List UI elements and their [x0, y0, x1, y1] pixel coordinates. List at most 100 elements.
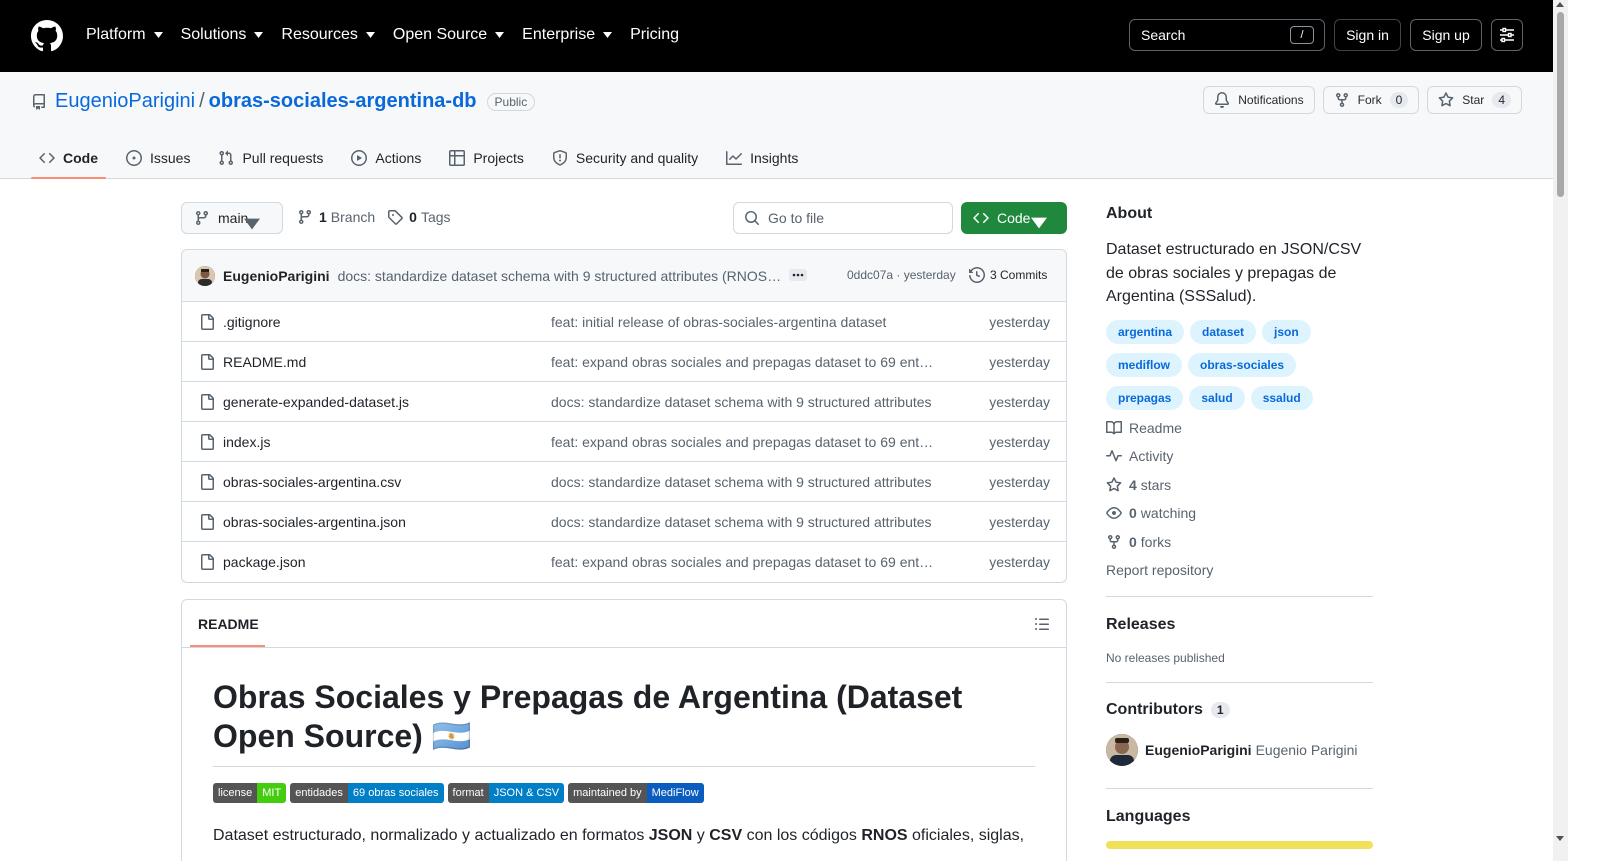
scroll-up-arrow[interactable]: [1556, 2, 1564, 7]
releases-title[interactable]: Releases: [1106, 616, 1175, 634]
readme-badge[interactable]: maintained by MediFlow: [568, 783, 704, 803]
file-name-link[interactable]: .gitignore: [223, 314, 281, 330]
repo-owner-link[interactable]: EugenioParigini: [55, 90, 195, 113]
badge-value: MIT: [257, 783, 287, 803]
pulse-icon: [1106, 450, 1122, 462]
topic-tag[interactable]: argentina: [1106, 320, 1185, 344]
commit-message-link[interactable]: docs: standardize dataset schema with 9 …: [338, 268, 783, 284]
table-row[interactable]: README.md feat: expand obras sociales and…: [182, 342, 1066, 382]
file-commit-link[interactable]: docs: standardize dataset schema with 9 …: [551, 514, 936, 530]
sidebar-divider: [1106, 788, 1373, 789]
file-list: .gitignore feat: initial release of obras…: [182, 302, 1066, 582]
topic-tag[interactable]: salud: [1189, 386, 1245, 410]
readme-badge[interactable]: format JSON & CSV: [447, 783, 565, 803]
branches-link[interactable]: 1 Branch: [319, 209, 375, 225]
table-row[interactable]: obras-sociales-argentina.csv docs: standa…: [182, 462, 1066, 502]
star-button[interactable]: Star 4: [1427, 86, 1522, 114]
nav-pricing[interactable]: Pricing: [630, 22, 679, 48]
readme-badge[interactable]: entidades 69 obras sociales: [290, 783, 444, 803]
language-bar: [1106, 841, 1373, 849]
tab-projects[interactable]: Projects: [441, 138, 532, 178]
file-commit-link[interactable]: docs: standardize dataset schema with 9 …: [551, 474, 936, 490]
file-name-link[interactable]: package.json: [223, 554, 306, 570]
branch-selector[interactable]: main: [181, 202, 283, 234]
page-scrollbar[interactable]: [1553, 0, 1568, 861]
nav-enterprise[interactable]: Enterprise: [522, 22, 613, 48]
topic-tag[interactable]: json: [1262, 320, 1311, 344]
nav-resources[interactable]: Resources: [281, 22, 375, 48]
sign-in-button[interactable]: Sign in: [1334, 19, 1401, 51]
file-commit-link[interactable]: feat: initial release of obras-sociales-…: [551, 314, 936, 330]
nav-solutions[interactable]: Solutions: [181, 22, 264, 48]
fork-button[interactable]: Fork 0: [1322, 86, 1420, 114]
file-commit-link[interactable]: feat: expand obras sociales and prepagas…: [551, 354, 936, 370]
readme-header: README: [182, 600, 1066, 648]
contributors-title[interactable]: Contributors 1: [1106, 701, 1230, 719]
readme-badge[interactable]: license MIT: [213, 783, 287, 803]
play-circle-icon: [351, 150, 368, 166]
file-table: EugenioParigini docs: standardize datase…: [181, 249, 1067, 583]
scroll-down-arrow[interactable]: [1556, 836, 1564, 841]
tab-insights[interactable]: Insights: [718, 138, 806, 178]
expand-commit-button[interactable]: [789, 269, 807, 281]
tags-link[interactable]: 0 Tags: [409, 209, 450, 225]
activity-link[interactable]: Activity: [1106, 448, 1173, 464]
fork-label: Fork: [1357, 93, 1382, 107]
file-name-link[interactable]: index.js: [223, 434, 270, 450]
tab-security[interactable]: Security and quality: [544, 138, 706, 178]
readme-link[interactable]: Readme: [1106, 420, 1182, 436]
report-repository-link[interactable]: Report repository: [1106, 562, 1213, 578]
forks-link[interactable]: 0 forks: [1106, 534, 1171, 550]
contributor-login: EugenioParigini: [1145, 742, 1252, 758]
tag-count: 0: [409, 209, 417, 225]
tab-code[interactable]: Code: [31, 138, 106, 179]
table-row[interactable]: generate-expanded-dataset.js docs: standa…: [182, 382, 1066, 422]
nav-platform[interactable]: Platform: [86, 22, 163, 48]
table-row[interactable]: obras-sociales-argentina.json docs: stand…: [182, 502, 1066, 542]
topic-tag[interactable]: mediflow: [1106, 353, 1183, 377]
table-row[interactable]: .gitignore feat: initial release of obras…: [182, 302, 1066, 342]
contributor-item[interactable]: EugenioParigini Eugenio Parigini: [1106, 734, 1358, 766]
tab-actions[interactable]: Actions: [343, 138, 429, 178]
table-row[interactable]: index.js feat: expand obras sociales and …: [182, 422, 1066, 462]
tab-pull-requests[interactable]: Pull requests: [210, 138, 331, 178]
notifications-button[interactable]: Notifications: [1203, 86, 1315, 114]
readme-tab[interactable]: README: [198, 616, 259, 632]
commits-history-link[interactable]: 3 Commits: [969, 267, 1047, 283]
scroll-thumb[interactable]: [1557, 12, 1564, 197]
sign-up-button[interactable]: Sign up: [1410, 19, 1482, 51]
table-row[interactable]: package.json feat: expand obras sociales …: [182, 542, 1066, 582]
topic-tag[interactable]: prepagas: [1106, 386, 1184, 410]
repo-name-link[interactable]: obras-sociales-argentina-db: [209, 90, 477, 113]
file-commit-link[interactable]: feat: expand obras sociales and prepagas…: [551, 434, 936, 450]
settings-menu-button[interactable]: [1491, 19, 1523, 51]
code-dropdown-button[interactable]: Code: [961, 202, 1067, 234]
search-button[interactable]: Search /: [1129, 19, 1325, 51]
stars-link[interactable]: 4 stars: [1106, 477, 1171, 493]
file-name-link[interactable]: obras-sociales-argentina.json: [223, 514, 406, 530]
file-name-link[interactable]: obras-sociales-argentina.csv: [223, 474, 401, 490]
tab-issues[interactable]: Issues: [118, 138, 198, 178]
star-count: 4: [1492, 92, 1511, 108]
github-logo-icon[interactable]: [31, 20, 63, 52]
branch-label: Branch: [330, 209, 376, 225]
tab-label: Pull requests: [242, 150, 324, 166]
topic-tag[interactable]: dataset: [1190, 320, 1257, 344]
nav-open-source[interactable]: Open Source: [393, 22, 505, 48]
file-commit-link[interactable]: docs: standardize dataset schema with 9 …: [551, 394, 936, 410]
commit-hash-time[interactable]: 0ddc07a · yesterday: [847, 268, 956, 282]
commit-author-link[interactable]: EugenioParigini: [223, 268, 330, 284]
topic-tag[interactable]: obras-sociales: [1188, 353, 1297, 377]
file-name-link[interactable]: generate-expanded-dataset.js: [223, 394, 409, 410]
avatar[interactable]: [1106, 734, 1138, 766]
go-to-file-input[interactable]: Go to file: [733, 202, 953, 234]
file-name-link[interactable]: README.md: [223, 354, 306, 370]
watching-label: watching: [1140, 505, 1197, 521]
graph-icon: [726, 151, 743, 165]
contributor-name: Eugenio Parigini: [1255, 742, 1358, 758]
watchers-link[interactable]: 0 watching: [1106, 505, 1196, 521]
avatar[interactable]: [195, 265, 215, 286]
list-unordered-icon[interactable]: [1034, 616, 1050, 632]
file-commit-link[interactable]: feat: expand obras sociales and prepagas…: [551, 554, 936, 570]
topic-tag[interactable]: ssalud: [1250, 386, 1313, 410]
